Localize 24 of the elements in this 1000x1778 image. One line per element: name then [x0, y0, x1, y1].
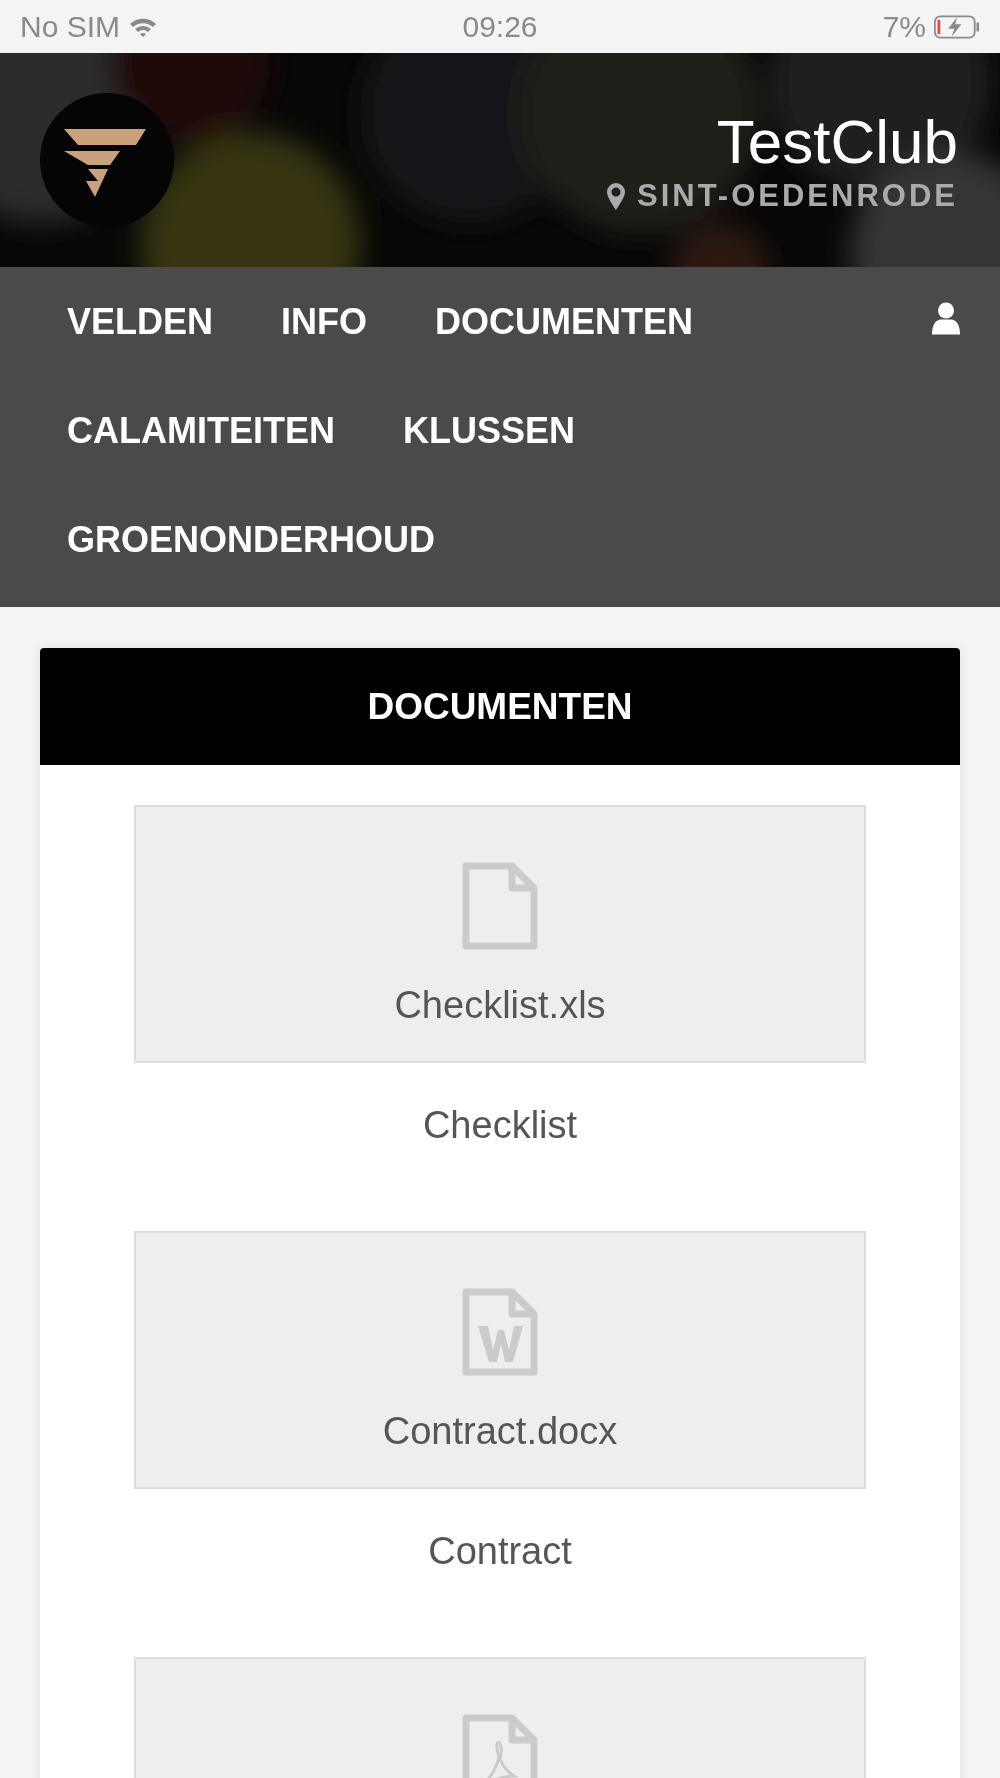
battery-icon: [934, 14, 980, 39]
location-pin-icon: [606, 182, 625, 210]
nav-link[interactable]: KLUSSEN: [369, 376, 609, 485]
clock: 09:26: [462, 9, 538, 44]
pdf-document-icon: [462, 1714, 538, 1778]
document-title: Checklist: [422, 1103, 578, 1147]
document-tile[interactable]: Checklist.xls: [134, 805, 866, 1063]
panel-title: DOCUMENTEN: [367, 685, 633, 728]
file-name: Checklist.xls: [394, 984, 606, 1027]
nav-link[interactable]: INFO: [247, 267, 402, 376]
user-icon[interactable]: [932, 302, 960, 335]
nav-link[interactable]: GROENONDERHOUD: [33, 485, 469, 594]
document-tile[interactable]: Contract.docx: [134, 1231, 866, 1489]
file-name: Contract.docx: [382, 1410, 618, 1453]
nav-link[interactable]: CALAMITEITEN: [33, 376, 369, 485]
carrier-label: No SIM: [20, 9, 121, 44]
word-document-icon: [462, 1288, 538, 1376]
document-icon: [462, 862, 538, 950]
battery-percentage: 7%: [882, 9, 926, 44]
document-title: Contract: [428, 1529, 572, 1573]
nav-link[interactable]: DOCUMENTEN: [401, 267, 728, 376]
nav-link[interactable]: VELDEN: [33, 267, 248, 376]
club-location: SINT-OEDENRODE: [636, 178, 958, 214]
club-name: TestClub: [716, 106, 958, 178]
